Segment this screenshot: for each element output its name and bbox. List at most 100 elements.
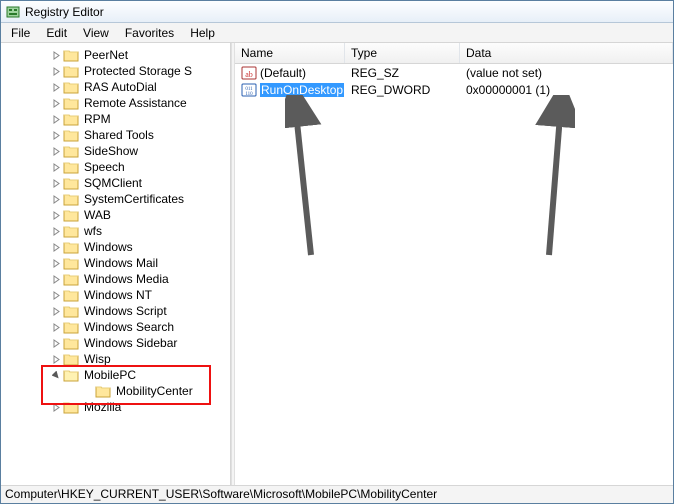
tree-node[interactable]: Shared Tools [1,127,230,143]
tree-node[interactable]: SideShow [1,143,230,159]
expand-icon-closed[interactable] [51,114,61,124]
tree-node[interactable]: Mozilla [1,399,230,415]
tree-node[interactable]: WAB [1,207,230,223]
folder-icon [63,208,79,222]
expand-icon-closed[interactable] [51,82,61,92]
expand-icon-closed[interactable] [51,402,61,412]
tree-node[interactable]: Remote Assistance [1,95,230,111]
folder-icon [63,256,79,270]
tree-node-label: MobilityCenter [114,384,195,398]
title-bar: Registry Editor [1,1,673,23]
folder-icon [63,288,79,302]
tree-node[interactable]: Windows Script [1,303,230,319]
expand-icon-closed[interactable] [51,98,61,108]
tree-node-label: Windows [82,240,135,254]
folder-icon [63,352,79,366]
list-row[interactable]: ab(Default)REG_SZ(value not set) [235,64,673,81]
expand-icon-closed[interactable] [51,178,61,188]
list-row[interactable]: 011110RunOnDesktopREG_DWORD0x00000001 (1… [235,81,673,98]
folder-icon [63,336,79,350]
folder-icon [63,272,79,286]
tree-node-label: Speech [82,160,127,174]
cell-name: ab(Default) [235,65,345,81]
tree-node[interactable]: Windows Search [1,319,230,335]
expand-icon-closed[interactable] [51,258,61,268]
folder-icon [63,144,79,158]
list-rows: ab(Default)REG_SZ(value not set)011110Ru… [235,64,673,98]
window-title: Registry Editor [25,5,104,19]
expand-icon-closed[interactable] [51,290,61,300]
tree-node-label: RPM [82,112,113,126]
expand-icon-open[interactable] [51,370,61,380]
tree-node[interactable]: SystemCertificates [1,191,230,207]
menu-help[interactable]: Help [182,24,223,42]
menu-view[interactable]: View [75,24,117,42]
tree-node[interactable]: MobilePC [1,367,230,383]
tree-node[interactable]: wfs [1,223,230,239]
tree-node[interactable]: Wisp [1,351,230,367]
folder-icon [63,64,79,78]
tree-node[interactable]: PeerNet [1,47,230,63]
tree-node-label: Windows NT [82,288,154,302]
tree-node-label: Windows Media [82,272,171,286]
tree-node[interactable]: Windows NT [1,287,230,303]
value-list-panel: Name Type Data ab(Default)REG_SZ(value n… [235,43,673,485]
expand-icon-closed[interactable] [51,210,61,220]
tree-node-label: SideShow [82,144,140,158]
expand-icon-closed[interactable] [51,50,61,60]
expand-icon-closed[interactable] [51,306,61,316]
tree-node[interactable]: Windows Media [1,271,230,287]
expand-icon-closed[interactable] [51,194,61,204]
column-header-data[interactable]: Data [460,43,673,63]
tree-node[interactable]: Windows Sidebar [1,335,230,351]
status-bar: Computer\HKEY_CURRENT_USER\Software\Micr… [1,485,673,503]
column-header-name[interactable]: Name [235,43,345,63]
tree-panel[interactable]: PeerNetProtected Storage SRAS AutoDialRe… [1,43,231,485]
tree-node[interactable]: Speech [1,159,230,175]
cell-data: 0x00000001 (1) [460,83,673,97]
status-path: Computer\HKEY_CURRENT_USER\Software\Micr… [5,487,437,501]
expand-icon-closed[interactable] [51,226,61,236]
tree-node[interactable]: MobilityCenter [1,383,230,399]
cell-data: (value not set) [460,66,673,80]
tree-node-label: Windows Script [82,304,169,318]
tree-node[interactable]: RAS AutoDial [1,79,230,95]
tree-node-label: WAB [82,208,113,222]
tree-node-label: PeerNet [82,48,130,62]
menu-favorites[interactable]: Favorites [117,24,182,42]
folder-icon [63,80,79,94]
folder-icon [63,96,79,110]
list-header: Name Type Data [235,43,673,64]
dword-value-icon: 011110 [241,82,257,98]
expand-icon-closed[interactable] [51,338,61,348]
tree-node-label: Wisp [82,352,113,366]
folder-icon [63,368,79,382]
tree-node[interactable]: Windows Mail [1,255,230,271]
tree-node[interactable]: SQMClient [1,175,230,191]
expand-icon-closed[interactable] [51,354,61,364]
tree-node-label: Windows Sidebar [82,336,179,350]
menu-file[interactable]: File [3,24,38,42]
column-header-type[interactable]: Type [345,43,460,63]
expand-icon-closed[interactable] [51,162,61,172]
expand-icon-closed[interactable] [51,146,61,156]
tree-node[interactable]: RPM [1,111,230,127]
folder-icon [63,48,79,62]
cell-type: REG_SZ [345,66,460,80]
menu-edit[interactable]: Edit [38,24,75,42]
expand-icon-closed[interactable] [51,242,61,252]
annotation-arrow [285,95,325,265]
string-value-icon: ab [241,65,257,81]
registry-tree: PeerNetProtected Storage SRAS AutoDialRe… [1,43,230,419]
tree-node[interactable]: Windows [1,239,230,255]
expand-icon-closed[interactable] [51,274,61,284]
folder-icon [63,304,79,318]
annotation-arrow [535,95,575,265]
folder-icon [63,240,79,254]
folder-icon [63,112,79,126]
tree-node[interactable]: Protected Storage S [1,63,230,79]
expand-icon-closed[interactable] [51,66,61,76]
expand-icon-closed[interactable] [51,322,61,332]
value-name: (Default) [260,66,306,80]
expand-icon-closed[interactable] [51,130,61,140]
